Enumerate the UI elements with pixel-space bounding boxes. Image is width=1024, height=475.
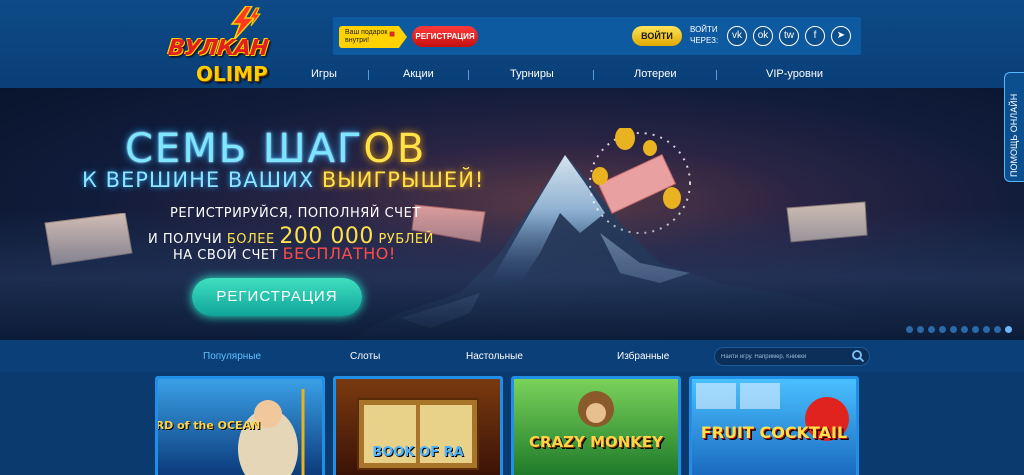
vk-icon[interactable]: vk [727,26,747,46]
game-tile[interactable]: CRAZY MONKEY [511,376,681,475]
site-logo[interactable]: ВУЛКАН OLIMP [166,6,283,88]
game-thumbnail-art [357,398,479,470]
headline-part-1: СЕМЬ ШАГ [125,126,364,172]
telegram-icon[interactable]: ➤ [831,26,851,46]
nav-divider [368,70,369,80]
lightning-logo-icon [230,6,261,40]
slider-dot[interactable] [983,326,990,333]
game-search [714,347,870,366]
login-via-label: ВОЙТИ ЧЕРЕЗ: [690,25,719,45]
gift-button[interactable]: Ваш подарок внутри! ■ [339,26,407,48]
headline-part-2: ОВ [363,126,427,172]
tw-glyph: tw [784,30,794,41]
slider-dot[interactable] [1005,326,1012,333]
games-grid: LORD of the OCEAN BOOK OF RA CRAZY MONKE… [0,372,1024,475]
register-button-header[interactable]: РЕГИСТРАЦИЯ [412,26,478,47]
twitter-icon[interactable]: tw [779,26,799,46]
odnoklassniki-icon[interactable]: ok [753,26,773,46]
game-title: CRAZY MONKEY [528,433,664,451]
online-help-label: ПОМОЩЬ ОНЛАЙН [1009,93,1019,177]
nav-item-vip[interactable]: VIP-уровни [766,68,823,80]
nav-item-games[interactable]: Игры [311,68,337,80]
gift-icon: ■ [388,29,395,40]
main-nav: Игры Акции Турниры Лотереи VIP-уровни [282,62,862,88]
ok-glyph: ok [757,30,769,41]
logo-wordmark-main: ВУЛКАН [166,36,269,61]
promo-banner[interactable]: СЕМЬ ШАГОВ К ВЕРШИНЕ ВАШИХ ВЫИГРЫШЕЙ! РЕ… [0,88,1024,340]
gift-button-label: Ваш подарок внутри! [345,29,388,44]
header-panel: Ваш подарок внутри! ■ РЕГИСТРАЦИЯ ВОЙТИ … [333,17,861,55]
banner-headline: СЕМЬ ШАГОВ [125,126,426,172]
fb-glyph: f [813,30,817,41]
vk-glyph: vk [732,30,742,41]
game-title: LORD of the OCEAN [155,419,261,432]
banner-subheadline: К ВЕРШИНЕ ВАШИХ ВЫИГРЫШЕЙ! [82,168,484,192]
logo-wordmark-sub: OLIMP [196,62,268,86]
slider-dot[interactable] [917,326,924,333]
game-search-input[interactable] [721,350,849,364]
slider-dot[interactable] [928,326,935,333]
game-tile[interactable]: FRUIT COCKTAIL [689,376,859,475]
subheadline-part-1: К ВЕРШИНЕ ВАШИХ [82,168,322,192]
nav-divider [716,70,717,80]
nav-divider [468,70,469,80]
game-tile[interactable]: BOOK OF RA [333,376,503,475]
promo-free: БЕСПЛАТНО! [282,244,396,263]
promo-line-1: РЕГИСТРИРУЙСЯ, ПОПОЛНЯЙ СЧЕТ [170,206,421,221]
online-help-tab[interactable]: ПОМОЩЬ ОНЛАЙН [1004,72,1024,182]
slider-dot[interactable] [939,326,946,333]
game-thumbnail-art [578,391,614,427]
slider-dot[interactable] [906,326,913,333]
game-title: BOOK OF RA [372,445,464,460]
slider-dot[interactable] [972,326,979,333]
top-bar: ВУЛКАН OLIMP Ваш подарок внутри! ■ РЕГИС… [0,0,1024,88]
tab-table-games[interactable]: Настольные [466,351,523,362]
tab-favorites[interactable]: Избранные [617,351,669,362]
facebook-icon[interactable]: f [805,26,825,46]
nav-item-tournaments[interactable]: Турниры [510,68,554,80]
tab-slots[interactable]: Слоты [350,351,380,362]
subheadline-part-2: ВЫИГРЫШЕЙ! [321,168,485,192]
search-icon[interactable] [851,349,865,363]
nav-item-lotteries[interactable]: Лотереи [634,68,677,80]
slider-dot[interactable] [994,326,1001,333]
nav-item-promotions[interactable]: Акции [403,68,434,80]
slider-dot[interactable] [950,326,957,333]
tab-popular[interactable]: Популярные [203,351,261,362]
category-nav: Популярные Слоты Настольные Избранные [0,340,1024,372]
login-button[interactable]: ВОЙТИ [632,26,682,46]
game-tile[interactable]: LORD of the OCEAN [155,376,325,475]
nav-divider [593,70,594,80]
slider-dot[interactable] [961,326,968,333]
promo-line-3-a: НА СВОЙ СЧЕТ [173,248,283,263]
tg-glyph: ➤ [836,30,846,41]
banner-register-button[interactable]: РЕГИСТРАЦИЯ [192,278,362,316]
promo-line-3: НА СВОЙ СЧЕТ БЕСПЛАТНО! [173,244,396,263]
game-title: FRUIT COCKTAIL [700,423,848,442]
